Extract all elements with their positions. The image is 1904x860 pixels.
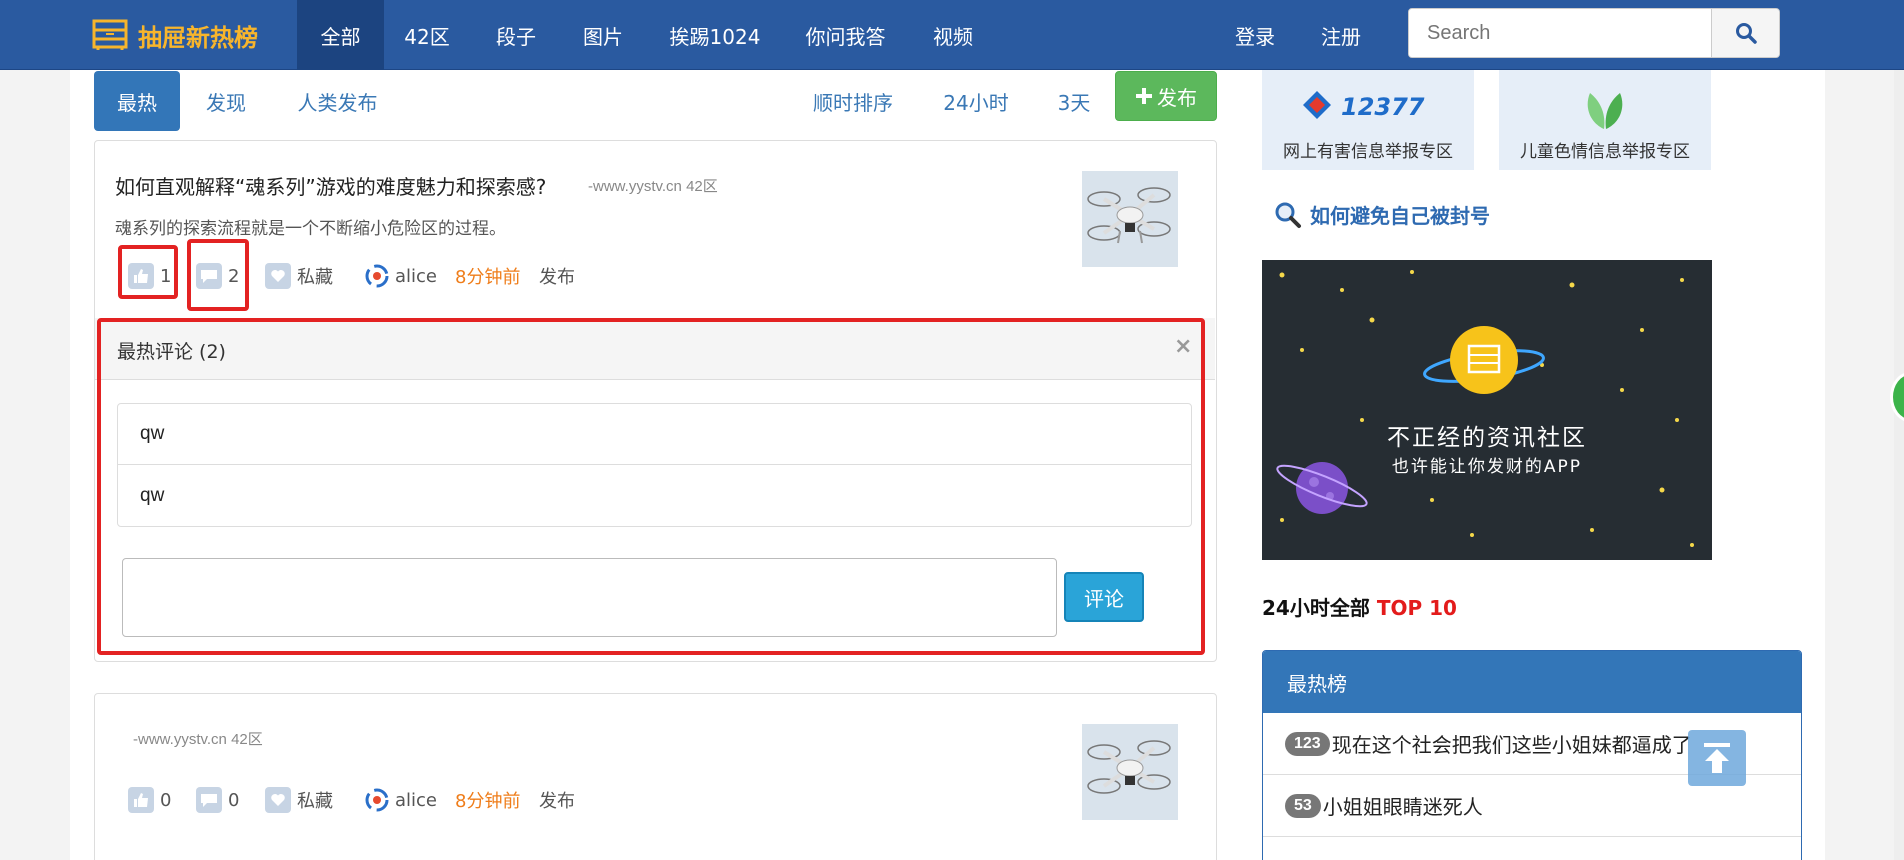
- top10-heading: 24小时全部 TOP 10: [1262, 592, 1457, 621]
- top10-suffix: TOP 10: [1376, 596, 1457, 620]
- post-summary: 魂系列的探索流程就是一个不断缩小危险区的过程。: [115, 219, 506, 239]
- publish-label: 发布: [1157, 85, 1197, 110]
- post-card: [94, 693, 1217, 860]
- search-box: [1408, 8, 1780, 58]
- brand-name: 抽屉新热榜: [138, 23, 258, 52]
- favorite-button[interactable]: 私藏: [265, 784, 333, 816]
- publish-button[interactable]: 发布: [1115, 71, 1217, 121]
- tab-hot[interactable]: 最热: [94, 71, 180, 131]
- post-title[interactable]: 如何直观解释“魂系列”游戏的难度魅力和探索感?: [115, 171, 546, 200]
- hot-list-title: 最热榜: [1263, 651, 1801, 713]
- post-source[interactable]: -www.yystv.cn 42区: [588, 175, 718, 196]
- hot-item-text: 现在这个社会把我们这些小姐妹都逼成了: [1331, 733, 1692, 757]
- top-navbar: 抽屉新热榜 全部 42区 段子 图片 挨踢1024 你问我答 视频 登录 注册: [0, 0, 1904, 70]
- favorite-button[interactable]: 私藏: [265, 260, 333, 292]
- post-thumbnail[interactable]: [1082, 724, 1178, 820]
- post-time: 8分钟前: [455, 267, 521, 288]
- sort-3days[interactable]: 3天: [1054, 71, 1094, 131]
- nav-video[interactable]: 视频: [917, 0, 989, 70]
- highlight-like: [118, 245, 178, 299]
- heart-icon: [265, 787, 291, 813]
- author-link[interactable]: alice: [365, 784, 437, 816]
- author-link[interactable]: alice: [365, 260, 437, 292]
- user-avatar-icon: [365, 264, 389, 288]
- report-card-label: 网上有害信息举报专区: [1283, 142, 1453, 162]
- hot-count-badge: 123: [1285, 731, 1330, 756]
- favorite-label: 私藏: [297, 791, 333, 812]
- drone-image: [1082, 171, 1178, 267]
- post-thumbnail[interactable]: [1082, 171, 1178, 267]
- login-link[interactable]: 登录: [1220, 0, 1290, 70]
- favorite-label: 私藏: [297, 267, 333, 288]
- highlight-comments: [97, 318, 1205, 655]
- search-icon: [1735, 23, 1757, 44]
- hot-item-text: 小姐姐眼睛迷死人: [1322, 795, 1483, 819]
- comment-count: 0: [228, 789, 240, 811]
- hot-list-item[interactable]: [1263, 837, 1801, 860]
- user-avatar-icon: [365, 788, 389, 812]
- sort-24h[interactable]: 24小时: [940, 71, 1012, 131]
- drone-image: [1082, 724, 1178, 820]
- thumbs-up-icon: [128, 787, 154, 813]
- report-card-label: 儿童色情信息举报专区: [1520, 142, 1690, 162]
- author-name: alice: [395, 789, 438, 811]
- top10-prefix: 24小时全部: [1262, 596, 1370, 620]
- magnifier-icon: [1275, 202, 1301, 228]
- back-to-top-button[interactable]: [1688, 730, 1746, 786]
- sort-chronological[interactable]: 顺时排序: [808, 71, 898, 131]
- report-logo-text: 12377: [1341, 93, 1425, 121]
- drawer-icon: [92, 19, 128, 50]
- report-card-harmful[interactable]: 12377 网上有害信息举报专区: [1262, 70, 1474, 170]
- post-action: 发布: [539, 267, 575, 288]
- avoid-ban-label: 如何避免自己被封号: [1310, 204, 1490, 228]
- hot-count-badge: 53: [1285, 793, 1321, 818]
- floating-widget[interactable]: [1890, 372, 1904, 422]
- report-12377-logo: 12377: [1303, 91, 1425, 121]
- space-illustration: [1276, 270, 1694, 547]
- app-promo-banner[interactable]: 不正经的资讯社区 也许能让你发财的APP: [1262, 260, 1712, 560]
- nav-pictures[interactable]: 图片: [567, 0, 639, 70]
- banner-headline: 不正经的资讯社区: [1387, 425, 1587, 451]
- comment-button[interactable]: 0: [196, 784, 239, 816]
- leaf-icon: [1587, 93, 1623, 129]
- brand-logo[interactable]: 抽屉新热榜: [92, 0, 258, 70]
- plus-icon: [1136, 88, 1152, 104]
- post-source[interactable]: -www.yystv.cn 42区: [133, 728, 263, 749]
- nav-42[interactable]: 42区: [392, 0, 462, 70]
- comment-icon: [196, 787, 222, 813]
- highlight-comment: [187, 239, 249, 311]
- post-action: 发布: [539, 791, 575, 812]
- report-card-child[interactable]: 儿童色情信息举报专区: [1499, 70, 1711, 170]
- register-link[interactable]: 注册: [1306, 0, 1376, 70]
- search-input[interactable]: [1409, 9, 1711, 57]
- banner-subline: 也许能让你发财的APP: [1391, 457, 1583, 477]
- author-name: alice: [395, 265, 438, 287]
- like-button[interactable]: 0: [128, 784, 171, 816]
- search-button[interactable]: [1711, 9, 1779, 57]
- arrow-up-icon: [1704, 743, 1730, 773]
- nav-all[interactable]: 全部: [297, 0, 384, 70]
- like-count: 0: [160, 789, 172, 811]
- tab-discover[interactable]: 发现: [196, 71, 256, 131]
- nav-it1024[interactable]: 挨踢1024: [655, 0, 775, 70]
- post-time: 8分钟前: [455, 791, 521, 812]
- heart-icon: [265, 263, 291, 289]
- avoid-ban-link[interactable]: 如何避免自己被封号: [1274, 200, 1490, 229]
- page-scrollbar[interactable]: [1894, 70, 1904, 860]
- nav-qa[interactable]: 你问我答: [793, 0, 898, 70]
- nav-jokes[interactable]: 段子: [480, 0, 552, 70]
- tab-human-post[interactable]: 人类发布: [290, 71, 385, 131]
